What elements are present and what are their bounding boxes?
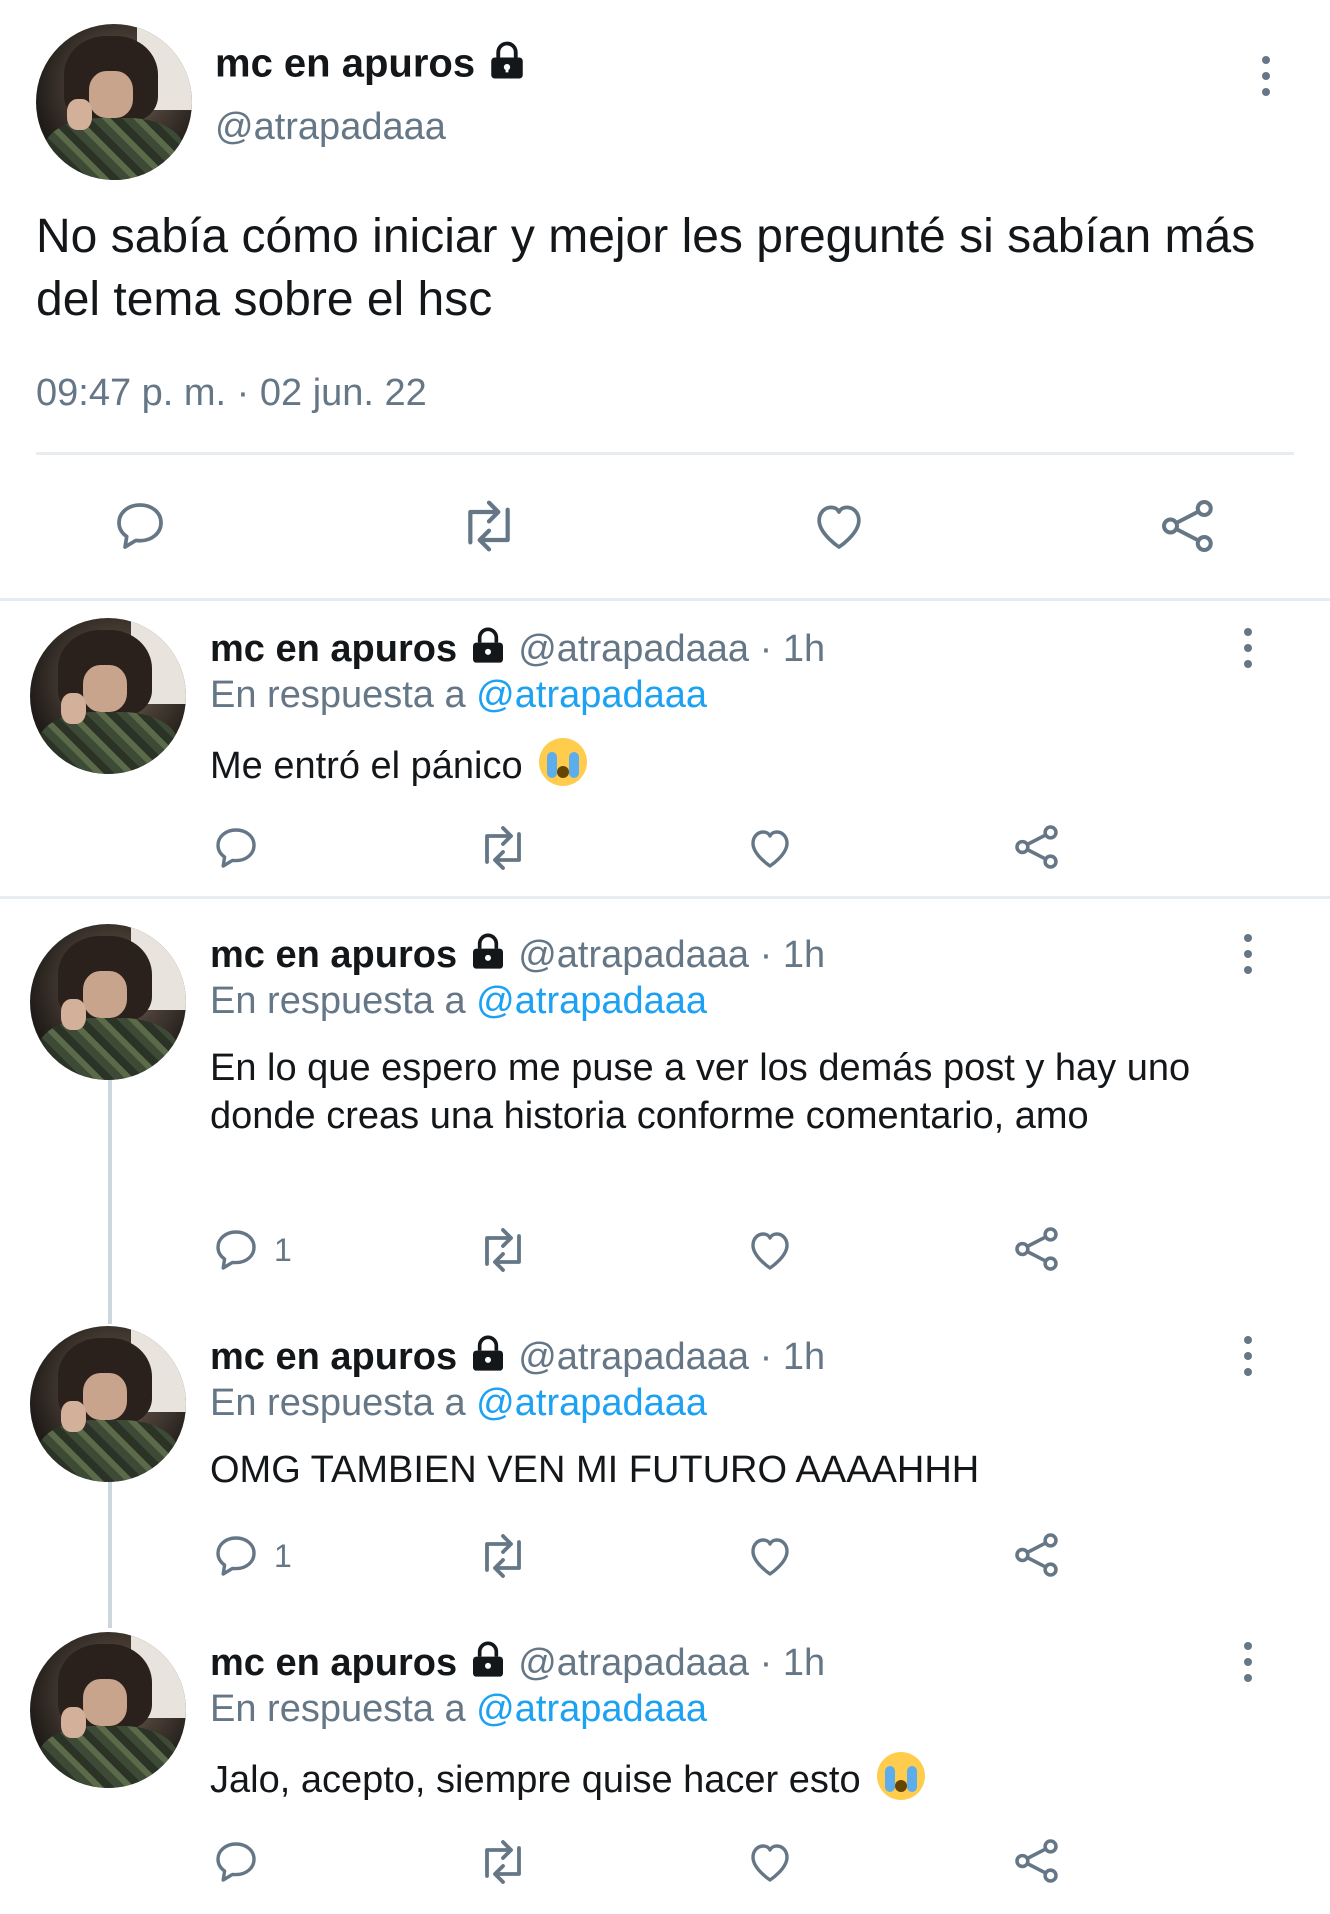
reply-icon[interactable] (212, 1226, 260, 1274)
handle[interactable]: @atrapadaaa · 1h (518, 1336, 825, 1378)
retweet-icon[interactable] (474, 824, 532, 872)
lock-icon (468, 932, 508, 982)
reply-icon[interactable] (112, 498, 168, 554)
divider (0, 896, 1330, 899)
reply-icon[interactable] (212, 824, 260, 872)
display-name-text[interactable]: mc en apuros (215, 42, 475, 86)
retweet-icon[interactable] (474, 1838, 532, 1886)
lock-icon (468, 1640, 508, 1690)
avatar[interactable] (30, 618, 186, 774)
handle[interactable]: @atrapadaaa · 1h (518, 1642, 825, 1684)
mention-link[interactable]: @atrapadaaa (476, 1688, 707, 1730)
lock-icon (486, 40, 528, 92)
more-options-icon[interactable] (1242, 1336, 1254, 1384)
tweet-text: No sabía cómo iniciar y mejor les pregun… (36, 210, 1256, 326)
crying-face-emoji-icon (877, 1752, 926, 1800)
mention-link[interactable]: @atrapadaaa (476, 980, 707, 1022)
reply-header: mc en apuros @atrapadaaa · 1h (210, 932, 825, 982)
lock-icon (468, 1334, 508, 1384)
share-icon[interactable] (1012, 1836, 1062, 1886)
share-icon[interactable] (1012, 1224, 1062, 1274)
reply-header: mc en apuros @atrapadaaa · 1h (210, 1334, 825, 1384)
lock-icon (468, 626, 508, 676)
retweet-icon[interactable] (474, 1226, 532, 1274)
reply-context: En respuesta a @atrapadaaa (210, 1688, 708, 1730)
timestamp[interactable]: 09:47 p. m. · 02 jun. 22 (36, 372, 427, 415)
heart-icon[interactable] (745, 824, 795, 872)
reply-count: 1 (274, 1538, 292, 1574)
thread-line (108, 1482, 112, 1628)
handle[interactable]: @atrapadaaa (215, 106, 446, 149)
reply-header: mc en apuros @atrapadaaa · 1h (210, 1640, 825, 1690)
display-name[interactable]: mc en apuros (210, 628, 457, 670)
share-icon[interactable] (1012, 1530, 1062, 1580)
heart-icon[interactable] (810, 498, 868, 554)
share-icon[interactable] (1012, 822, 1062, 872)
share-icon[interactable] (1158, 496, 1218, 556)
reply-icon[interactable] (212, 1838, 260, 1886)
handle[interactable]: @atrapadaaa · 1h (518, 628, 825, 670)
crying-face-emoji-icon (539, 738, 588, 786)
heart-icon[interactable] (745, 1226, 795, 1274)
mention-link[interactable]: @atrapadaaa (476, 674, 707, 716)
avatar[interactable] (30, 1632, 186, 1788)
thread-line (108, 1080, 112, 1324)
display-name[interactable]: mc en apuros (210, 1642, 457, 1684)
heart-icon[interactable] (745, 1532, 795, 1580)
handle[interactable]: @atrapadaaa · 1h (518, 934, 825, 976)
reply-header: mc en apuros @atrapadaaa · 1h (210, 626, 825, 676)
more-options-icon[interactable] (1260, 56, 1272, 104)
reply-text: Jalo, acepto, siempre quise hacer esto (210, 1752, 1230, 1804)
reply-context: En respuesta a @atrapadaaa (210, 980, 708, 1022)
more-options-icon[interactable] (1242, 934, 1254, 982)
avatar[interactable] (36, 24, 192, 180)
reply-context: En respuesta a @atrapadaaa (210, 1382, 708, 1424)
reply-icon[interactable] (212, 1532, 260, 1580)
avatar[interactable] (30, 1326, 186, 1482)
display-name[interactable]: mc en apuros (215, 40, 528, 92)
reply-text: En lo que espero me puse a ver los demás… (210, 1047, 1191, 1137)
reply-text: OMG TAMBIEN VEN MI FUTURO AAAAHHH (210, 1449, 980, 1491)
divider (36, 452, 1294, 455)
reply-context: En respuesta a @atrapadaaa (210, 674, 708, 716)
avatar[interactable] (30, 924, 186, 1080)
divider (0, 598, 1330, 601)
display-name[interactable]: mc en apuros (210, 1336, 457, 1378)
mention-link[interactable]: @atrapadaaa (476, 1382, 707, 1424)
display-name[interactable]: mc en apuros (210, 934, 457, 976)
more-options-icon[interactable] (1242, 628, 1254, 676)
reply-count: 1 (274, 1232, 292, 1268)
heart-icon[interactable] (745, 1838, 795, 1886)
retweet-icon[interactable] (455, 498, 523, 554)
reply-text: Me entró el pánico (210, 738, 1230, 790)
more-options-icon[interactable] (1242, 1642, 1254, 1690)
retweet-icon[interactable] (474, 1532, 532, 1580)
